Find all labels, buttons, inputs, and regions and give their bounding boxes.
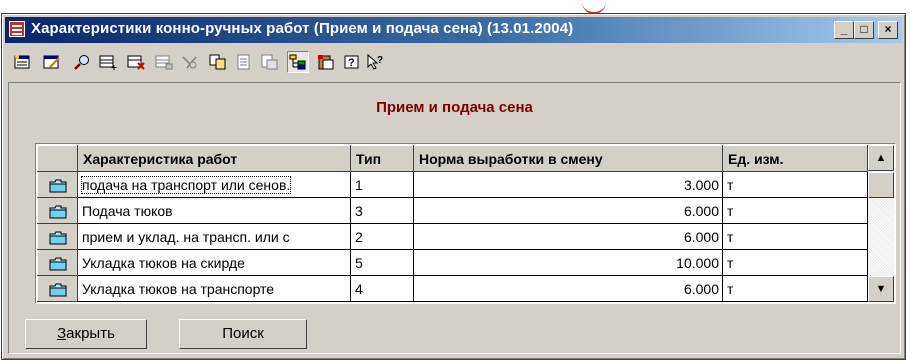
- content-panel: Прием и подача сена Характеристика работ…: [8, 82, 901, 354]
- panel-title: Прием и подача сена: [376, 99, 533, 116]
- svg-text:?: ?: [348, 57, 355, 69]
- row-selector[interactable]: [37, 223, 78, 250]
- search-icon[interactable]: [71, 51, 93, 73]
- row-selector[interactable]: [37, 197, 78, 224]
- app-icon: [9, 21, 25, 37]
- app-window: Характеристики конно-ручных работ (Прием…: [1, 13, 906, 360]
- svg-text:?: ?: [377, 55, 383, 66]
- cell-type[interactable]: 4: [350, 275, 414, 302]
- cell-norm[interactable]: 3.000: [413, 171, 723, 198]
- folder-icon: [49, 257, 67, 271]
- data-grid[interactable]: Характеристика работ Тип Норма выработки…: [35, 143, 896, 304]
- cell-unit[interactable]: т: [722, 197, 868, 224]
- close-window-button[interactable]: ×: [878, 21, 898, 39]
- properties-icon[interactable]: [233, 51, 255, 73]
- print-icon[interactable]: [153, 51, 175, 73]
- window-title: Характеристики конно-ручных работ (Прием…: [31, 20, 574, 37]
- grid-header-row: Характеристика работ Тип Норма выработки…: [37, 145, 868, 172]
- close-button[interactable]: Закрыть: [25, 319, 147, 349]
- delete-row-icon[interactable]: [125, 51, 147, 73]
- folder-icon: [49, 205, 67, 219]
- cell-unit[interactable]: т: [722, 275, 868, 302]
- title-bar[interactable]: Характеристики конно-ручных работ (Прием…: [5, 17, 902, 43]
- cell-characteristic[interactable]: Укладка тюков на скирде: [77, 249, 351, 276]
- cell-type[interactable]: 1: [350, 171, 414, 198]
- cell-characteristic[interactable]: Укладка тюков на транспорте: [77, 275, 351, 302]
- scroll-thumb[interactable]: [868, 172, 894, 198]
- tree-view-icon[interactable]: [287, 51, 309, 73]
- scroll-down-button[interactable]: ▼: [868, 276, 894, 302]
- maximize-button[interactable]: □: [854, 21, 874, 39]
- filter-icon[interactable]: [179, 51, 201, 73]
- paste-icon[interactable]: [315, 51, 337, 73]
- minimize-button[interactable]: _: [834, 21, 854, 39]
- folder-icon: [49, 283, 67, 297]
- cell-type[interactable]: 3: [350, 197, 414, 224]
- folder-icon: [49, 179, 67, 193]
- row-selector[interactable]: [37, 275, 78, 302]
- grid-table: Характеристика работ Тип Норма выработки…: [37, 145, 868, 302]
- toolbar: ? ?: [5, 47, 902, 77]
- edit-record-icon[interactable]: [41, 51, 63, 73]
- table-row[interactable]: Укладка тюков на скирде 5 10.000 т: [37, 249, 868, 276]
- cell-norm[interactable]: 6.000: [413, 197, 723, 224]
- close-button-hotkey: З: [57, 325, 67, 342]
- row-selector[interactable]: [37, 249, 78, 276]
- table-row[interactable]: прием и уклад. на трансп. или с 2 6.000 …: [37, 223, 868, 250]
- cell-norm[interactable]: 10.000: [413, 249, 723, 276]
- row-selector-header: [37, 145, 78, 172]
- add-row-icon[interactable]: [97, 51, 119, 73]
- cell-type[interactable]: 5: [350, 249, 414, 276]
- column-header-norm[interactable]: Норма выработки в смену: [413, 145, 723, 172]
- new-record-icon[interactable]: [11, 51, 33, 73]
- table-row[interactable]: Укладка тюков на транспорте 4 6.000 т: [37, 275, 868, 302]
- cell-unit[interactable]: т: [722, 249, 868, 276]
- help-icon[interactable]: ?: [341, 51, 363, 73]
- cell-characteristic[interactable]: Подача тюков: [77, 197, 351, 224]
- search-button[interactable]: Поиск: [179, 319, 307, 349]
- close-button-label: акрыть: [66, 325, 115, 342]
- scroll-up-button[interactable]: ▲: [868, 145, 894, 171]
- column-header-type[interactable]: Тип: [350, 145, 414, 172]
- cell-unit[interactable]: т: [722, 171, 868, 198]
- red-accent-mark: [582, 0, 606, 14]
- export-icon[interactable]: [259, 51, 281, 73]
- column-header-unit[interactable]: Ед. изм.: [722, 145, 868, 172]
- table-row[interactable]: Подача тюков 3 6.000 т: [37, 197, 868, 224]
- table-row[interactable]: подача на транспорт или сенов. 1 3.000 т: [37, 171, 868, 198]
- cell-norm[interactable]: 6.000: [413, 223, 723, 250]
- vertical-scrollbar[interactable]: ▲ ▼: [868, 145, 894, 302]
- cell-unit[interactable]: т: [722, 223, 868, 250]
- row-selector[interactable]: [37, 171, 78, 198]
- copy-icon[interactable]: [207, 51, 229, 73]
- context-help-icon[interactable]: ?: [365, 51, 387, 73]
- folder-icon: [49, 231, 67, 245]
- cell-characteristic[interactable]: прием и уклад. на трансп. или с: [77, 223, 351, 250]
- column-header-characteristic[interactable]: Характеристика работ: [77, 145, 351, 172]
- cell-norm[interactable]: 6.000: [413, 275, 723, 302]
- cell-characteristic[interactable]: подача на транспорт или сенов.: [77, 171, 351, 198]
- cell-type[interactable]: 2: [350, 223, 414, 250]
